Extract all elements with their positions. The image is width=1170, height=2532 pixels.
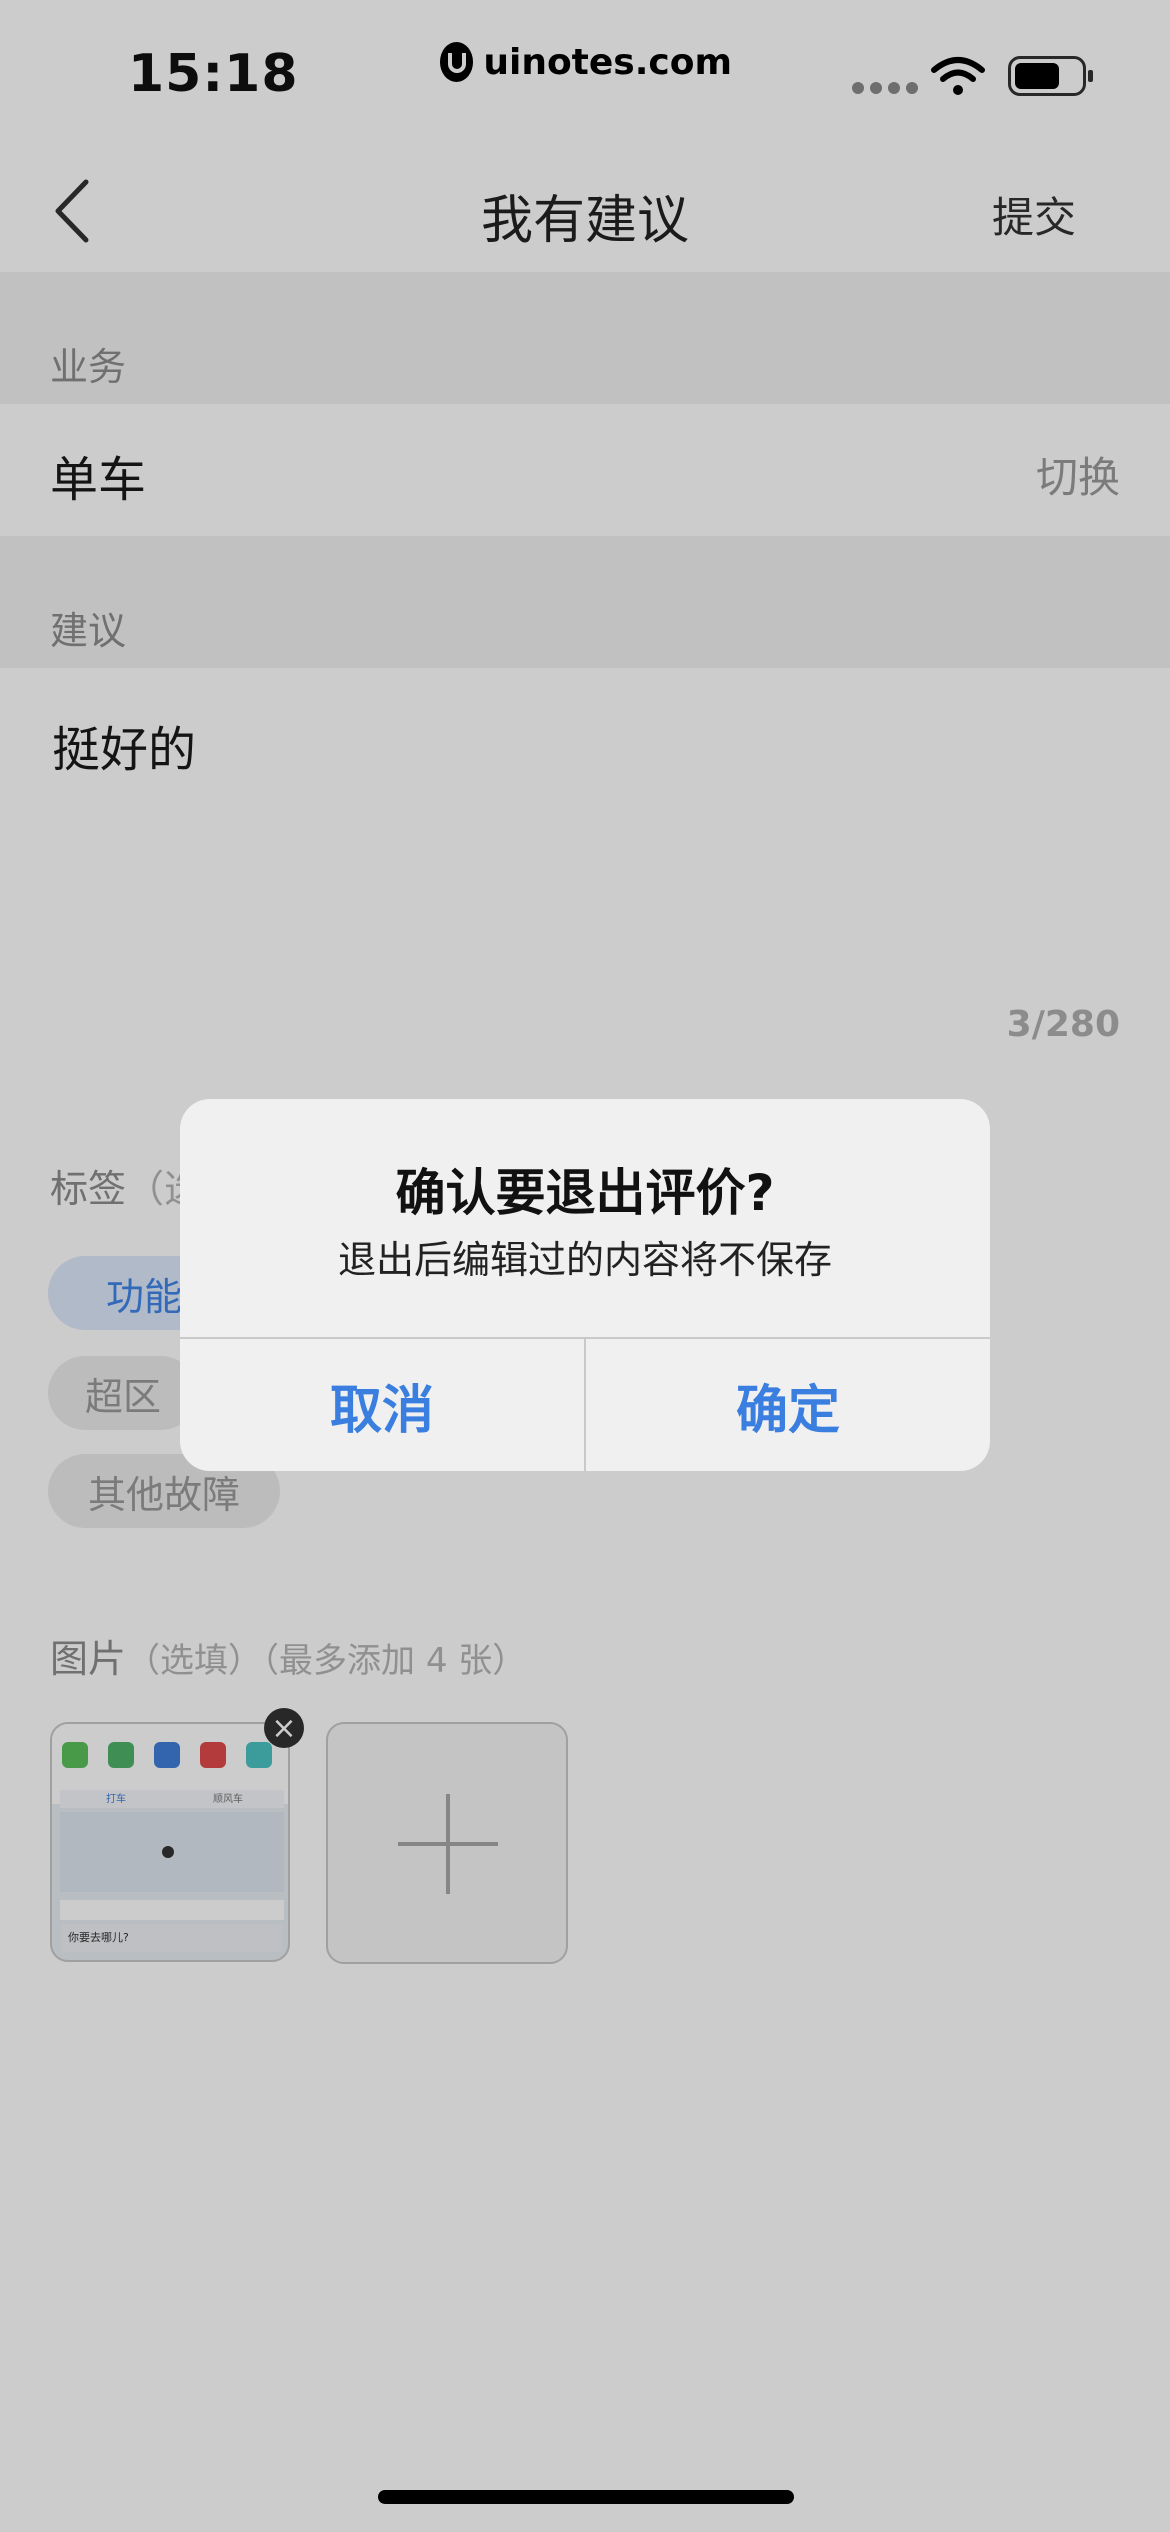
dialog-message: 退出后编辑过的内容将不保存 — [337, 1238, 832, 1282]
dialog-title: 确认要退出评价? — [395, 1164, 775, 1222]
cancel-button[interactable]: 取消 — [180, 1339, 584, 1471]
confirm-button[interactable]: 确定 — [586, 1339, 990, 1471]
home-indicator[interactable] — [378, 2490, 794, 2504]
confirm-dialog: 确认要退出评价? 退出后编辑过的内容将不保存 取消 确定 — [180, 1099, 990, 1471]
